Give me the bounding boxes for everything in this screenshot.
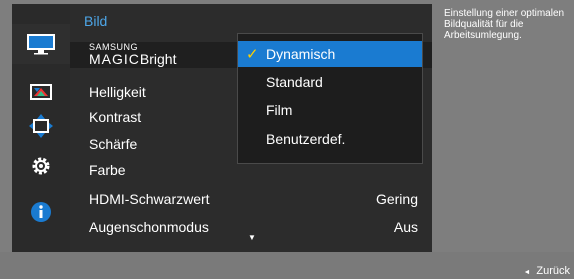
bright-label: Bright bbox=[139, 51, 177, 67]
monitor-osd: Bild SAMSUNG MAGICBright Helligkeit Kont… bbox=[0, 0, 574, 279]
menu-item-value: Aus bbox=[393, 219, 418, 235]
menu-item-value: Gering bbox=[375, 191, 418, 207]
menu-item-label: HDMI-Schwarzwert bbox=[89, 191, 210, 207]
option-dynamisch[interactable]: ✓ Dynamisch bbox=[238, 41, 422, 67]
magic-wordmark: MAGIC bbox=[89, 51, 140, 67]
option-label: Standard bbox=[266, 74, 323, 90]
option-standard[interactable]: Standard bbox=[238, 69, 422, 95]
option-label: Dynamisch bbox=[266, 46, 336, 62]
checkmark-icon: ✓ bbox=[246, 46, 259, 63]
back-button[interactable]: ◄ Zurück bbox=[523, 265, 570, 277]
category-sidebar bbox=[12, 4, 70, 252]
menu-item-label: Schärfe bbox=[89, 136, 138, 152]
scroll-down-icon[interactable]: ▼ bbox=[248, 233, 256, 242]
info-icon[interactable] bbox=[12, 192, 70, 232]
menu-item-label: Farbe bbox=[89, 162, 126, 178]
magicbright-label: SAMSUNG MAGICBright bbox=[89, 41, 177, 67]
footer-bar: ◄ Zurück bbox=[0, 252, 574, 279]
menu-item-label: Augenschonmodus bbox=[89, 219, 209, 235]
menu-title: Bild bbox=[84, 13, 108, 29]
screen-position-icon[interactable] bbox=[12, 106, 70, 146]
option-label: Film bbox=[266, 102, 293, 118]
option-benutzerdef[interactable]: Benutzerdef. bbox=[238, 126, 422, 152]
back-label: Zurück bbox=[536, 265, 570, 277]
picture-icon[interactable] bbox=[12, 24, 70, 64]
menu-item-label: Kontrast bbox=[89, 109, 142, 125]
help-text: Einstellung einer optimalen Bildqualität… bbox=[444, 8, 565, 41]
settings-gear-icon[interactable] bbox=[12, 146, 70, 186]
magicbright-dropdown: ✓ Dynamisch Standard Film Benutzerdef. bbox=[237, 33, 423, 164]
option-film[interactable]: Film bbox=[238, 97, 422, 123]
menu-item-label: Helligkeit bbox=[89, 84, 146, 100]
back-arrow-icon: ◄ bbox=[523, 269, 531, 276]
menu-item-hdmi-schwarzwert[interactable]: HDMI-Schwarzwert Gering bbox=[70, 187, 432, 213]
option-label: Benutzerdef. bbox=[266, 131, 346, 147]
